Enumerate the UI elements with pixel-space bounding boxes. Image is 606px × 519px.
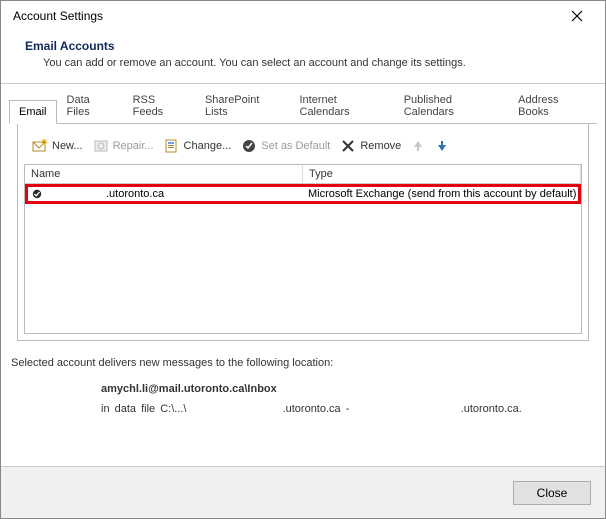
toolbar: ✦ New... Repair... Change... Set as Defa… — [24, 134, 582, 164]
default-check-icon — [28, 189, 46, 199]
tab-address-books[interactable]: Address Books — [508, 88, 597, 124]
account-name: .utoronto.ca — [46, 188, 304, 200]
tab-sharepoint-lists[interactable]: SharePoint Lists — [195, 88, 290, 124]
move-up-button[interactable] — [407, 136, 429, 156]
account-settings-dialog: Account Settings Email Accounts You can … — [0, 0, 606, 519]
close-button[interactable]: Close — [513, 481, 591, 505]
arrow-down-icon — [434, 138, 450, 154]
change-icon — [164, 138, 180, 154]
tab-published-calendars[interactable]: Published Calendars — [394, 88, 508, 124]
delivery-location: Selected account delivers new messages t… — [1, 341, 605, 425]
list-body: .utoronto.ca Microsoft Exchange (send fr… — [24, 184, 582, 334]
account-row[interactable]: .utoronto.ca Microsoft Exchange (send fr… — [25, 184, 581, 204]
window-title: Account Settings — [13, 9, 103, 23]
new-icon: ✦ — [32, 138, 48, 154]
tab-data-files[interactable]: Data Files — [57, 88, 123, 124]
header: Email Accounts You can add or remove an … — [1, 31, 605, 79]
close-icon[interactable] — [557, 2, 597, 30]
list-header: Name Type — [24, 164, 582, 184]
email-panel: ✦ New... Repair... Change... Set as Defa… — [17, 124, 589, 341]
move-down-button[interactable] — [431, 136, 453, 156]
divider — [1, 83, 605, 84]
delivery-intro: Selected account delivers new messages t… — [11, 357, 595, 369]
tab-email[interactable]: Email — [9, 100, 57, 124]
footer: Close — [1, 466, 605, 518]
account-type: Microsoft Exchange (send from this accou… — [304, 188, 578, 200]
col-name[interactable]: Name — [25, 165, 303, 183]
delivery-mailbox: amychl.li@mail.utoronto.ca\Inbox — [101, 383, 595, 395]
header-title: Email Accounts — [25, 39, 581, 53]
set-default-button[interactable]: Set as Default — [237, 136, 334, 156]
change-button[interactable]: Change... — [160, 136, 236, 156]
tabs: Email Data Files RSS Feeds SharePoint Li… — [9, 98, 597, 124]
remove-icon — [340, 138, 356, 154]
tab-rss-feeds[interactable]: RSS Feeds — [123, 88, 195, 124]
titlebar: Account Settings — [1, 1, 605, 31]
arrow-up-icon — [410, 138, 426, 154]
repair-button[interactable]: Repair... — [89, 136, 158, 156]
col-type[interactable]: Type — [303, 165, 581, 183]
remove-button[interactable]: Remove — [336, 136, 405, 156]
new-button[interactable]: ✦ New... — [28, 136, 87, 156]
delivery-path: in data file C:\...\ .utoronto.ca - .uto… — [101, 403, 595, 415]
repair-icon — [93, 138, 109, 154]
header-subtitle: You can add or remove an account. You ca… — [25, 57, 581, 69]
tab-internet-calendars[interactable]: Internet Calendars — [290, 88, 394, 124]
svg-text:✦: ✦ — [42, 140, 46, 146]
check-circle-icon — [241, 138, 257, 154]
